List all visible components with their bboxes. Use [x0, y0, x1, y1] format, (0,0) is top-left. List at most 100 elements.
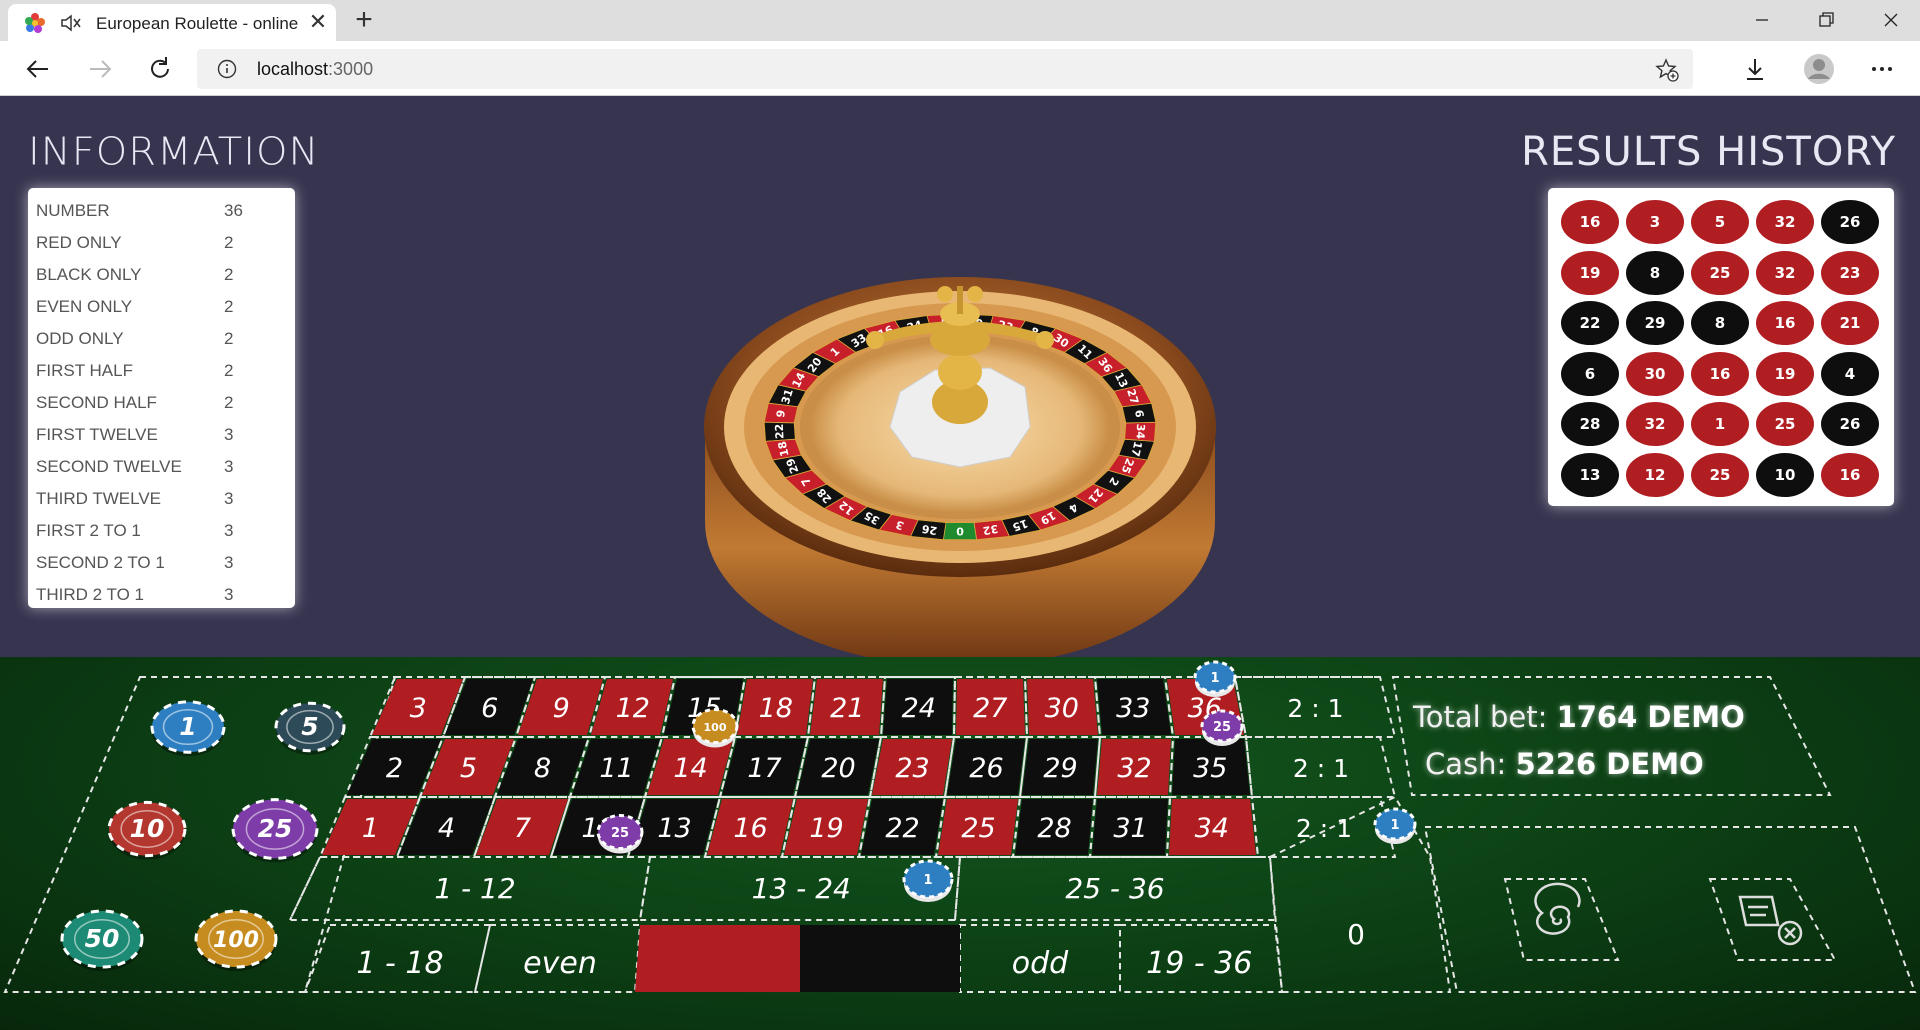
favicon-icon — [25, 13, 45, 33]
history-result: 23 — [1821, 250, 1879, 295]
spiral-icon — [1534, 882, 1581, 935]
info-value: 3 — [224, 489, 234, 508]
history-result: 4 — [1821, 351, 1879, 396]
info-label: SECOND TWELVE — [36, 457, 182, 476]
placed-chip-label: 1 — [1390, 818, 1399, 833]
clear-bets-button[interactable] — [1708, 878, 1837, 961]
info-value: 3 — [224, 457, 234, 476]
number-label: 34 — [1195, 813, 1229, 844]
minimize-icon[interactable] — [1747, 8, 1777, 32]
dozen-bet-label: 13 - 24 — [752, 872, 851, 905]
wheel-pocket-number: 32 — [982, 522, 999, 537]
info-value: 2 — [224, 265, 234, 284]
dozen-bet-label: 1 - 12 — [434, 872, 515, 905]
info-row: NUMBER 36 — [28, 196, 295, 228]
info-row: EVEN ONLY 2 — [28, 292, 295, 324]
number-label: 11 — [599, 753, 633, 784]
chip-100-button[interactable]: 100 — [194, 909, 278, 971]
placed-chip[interactable]: 1 — [902, 859, 954, 902]
mute-tab-icon[interactable] — [60, 13, 82, 33]
more-menu-icon[interactable] — [1866, 53, 1898, 85]
history-result: 16 — [1756, 301, 1814, 345]
history-result: 32 — [1756, 250, 1814, 295]
placed-chip-label: 100 — [704, 721, 727, 734]
number-label: 24 — [902, 693, 936, 724]
new-tab-icon[interactable]: + — [350, 5, 378, 35]
roulette-wheel[interactable]: 0 32 15 19421225173462713361130823105241633… — [690, 252, 1230, 672]
info-row: SECOND HALF 2 — [28, 388, 295, 420]
close-window-icon[interactable] — [1876, 8, 1906, 32]
info-value: 2 — [224, 233, 234, 252]
info-row: FIRST HALF 2 — [28, 356, 295, 388]
number-label: 5 — [460, 753, 477, 784]
history-result: 1 — [1691, 402, 1749, 446]
chip-1-button[interactable]: 1 — [150, 700, 226, 757]
placed-chip[interactable]: 25 — [596, 814, 644, 854]
placed-chip[interactable]: 1 — [1373, 807, 1417, 844]
info-label: SECOND HALF — [36, 393, 157, 412]
chip-25-button[interactable]: 25 — [231, 798, 319, 863]
number-label: 28 — [1037, 813, 1071, 844]
number-label: 4 — [438, 813, 455, 844]
restore-icon[interactable] — [1811, 8, 1841, 32]
forward-icon[interactable] — [84, 53, 116, 85]
spin-button[interactable] — [1503, 878, 1620, 961]
info-label: FIRST HALF — [36, 361, 133, 380]
url-field[interactable]: localhost:3000 — [197, 49, 1693, 89]
info-value: 2 — [224, 297, 234, 316]
placed-chip[interactable]: 1 — [1193, 660, 1237, 697]
dozen-bet-label: 25 - 36 — [1065, 872, 1164, 905]
download-icon[interactable] — [1739, 53, 1771, 85]
browser-tab[interactable]: European Roulette - online ✕ — [8, 4, 336, 41]
wheel-pocket-number: 34 — [1134, 423, 1148, 439]
info-row: ODD ONLY 2 — [28, 324, 295, 356]
info-row: FIRST TWELVE 3 — [28, 420, 295, 452]
number-label: 23 — [895, 753, 929, 784]
chip-10-button[interactable]: 10 — [107, 800, 187, 860]
chip-5-button[interactable]: 5 — [274, 701, 346, 755]
address-bar: localhost:3000 — [0, 41, 1920, 96]
reload-icon[interactable] — [144, 53, 176, 85]
cash-label: Cash: — [1425, 747, 1507, 781]
info-label: EVEN ONLY — [36, 297, 133, 316]
chip-value-label: 100 — [213, 928, 259, 953]
placed-chip[interactable]: 100 — [691, 708, 739, 748]
info-value: 3 — [224, 425, 234, 444]
placed-chip-label: 25 — [611, 826, 629, 841]
chip-value-label: 50 — [85, 924, 120, 953]
history-result: 19 — [1561, 250, 1619, 295]
history-result: 3 — [1626, 200, 1684, 244]
info-row: THIRD 2 TO 1 3 — [28, 580, 295, 612]
url-host: localhost — [257, 59, 329, 79]
total-bet-display: Total bet: 1764 DEMO — [1413, 700, 1745, 734]
number-label: 8 — [534, 753, 551, 784]
profile-avatar-icon[interactable] — [1803, 53, 1835, 85]
history-result: 26 — [1821, 402, 1879, 446]
info-row: SECOND 2 TO 1 3 — [28, 548, 295, 580]
results-history-title: RESULTS HISTORY — [1521, 129, 1896, 175]
close-tab-icon[interactable]: ✕ — [308, 11, 328, 33]
number-label: 20 — [821, 753, 855, 784]
history-result: 5 — [1691, 200, 1749, 244]
wheel-pocket-number: 0 — [956, 525, 964, 538]
number-label: 2 — [386, 753, 403, 784]
game-page: INFORMATION NUMBER 36 RED ONLY 2 BLACK ONLY 2… — [0, 97, 1920, 1030]
red-bet-cell[interactable] — [635, 925, 800, 992]
back-icon[interactable] — [22, 53, 54, 85]
add-favorite-icon[interactable] — [1655, 58, 1679, 82]
number-label: 1 — [362, 813, 379, 844]
zero-bet-label: 0 — [1347, 918, 1365, 951]
history-result: 19 — [1756, 351, 1814, 396]
history-result: 6 — [1561, 351, 1619, 396]
number-label: 25 — [961, 813, 995, 844]
site-info-icon[interactable] — [217, 59, 237, 79]
number-label: 32 — [1117, 753, 1151, 784]
black-bet-cell[interactable] — [800, 925, 960, 992]
chip-50-button[interactable]: 50 — [60, 909, 144, 971]
placed-chip[interactable]: 25 — [1200, 709, 1244, 746]
column-bet-label: 2 : 1 — [1293, 754, 1349, 783]
clear-bets-icon — [1738, 895, 1803, 946]
number-label: 16 — [733, 813, 767, 844]
info-row: BLACK ONLY 2 — [28, 260, 295, 292]
history-result: 25 — [1691, 250, 1749, 295]
